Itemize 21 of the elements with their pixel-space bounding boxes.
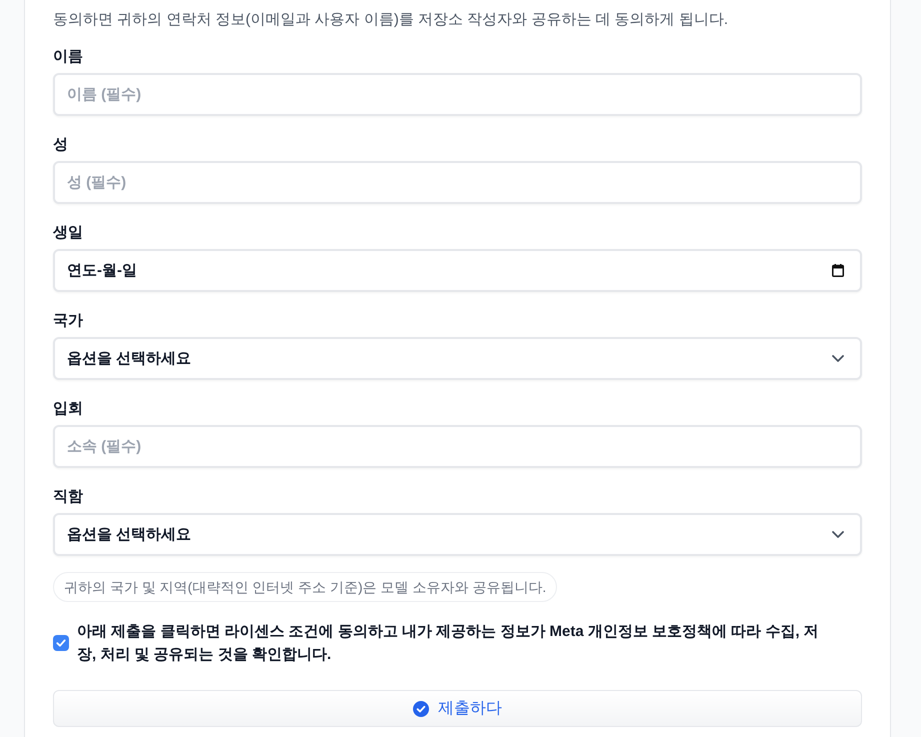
field-label: 생일 (53, 223, 83, 243)
field-label: 성 (53, 135, 68, 155)
field-label: 입회 (53, 399, 83, 419)
consent-checkbox[interactable] (53, 635, 69, 651)
date-field[interactable]: 연도-월-일 (53, 249, 862, 292)
text-field[interactable]: 소속 (필수) (53, 425, 862, 468)
text-field[interactable]: 성 (필수) (53, 161, 862, 204)
intro-text: 동의하면 귀하의 연락처 정보(이메일과 사용자 이름)를 저장소 작성자와 공유하는 데 동의하게 됩니다. (53, 10, 728, 30)
select-field[interactable]: 옵션을 선택하세요 (53, 337, 862, 380)
check-circle-icon (413, 700, 429, 716)
field-label: 이름 (53, 47, 83, 67)
chevron-down-icon (832, 531, 844, 538)
info-note: 귀하의 국가 및 지역(대략적인 인터넷 주소 기준)은 모델 소유자와 공유됩니다. (53, 572, 558, 602)
consent-text: 아래 제출을 클릭하면 라이센스 조건에 동의하고 내가 제공하는 정보가 Meta 개인정보 보호정책에 따라 수집, 저장, 처리 및 공유되는 것을 확인합니다. (77, 622, 820, 665)
field-label: 직함 (53, 487, 83, 507)
field-label: 국가 (53, 311, 83, 331)
select-field[interactable]: 옵션을 선택하세요 (53, 513, 862, 556)
text-field[interactable]: 이름 (필수) (53, 73, 862, 116)
chevron-down-icon (832, 355, 844, 362)
submit-button[interactable]: 제출하다 (53, 690, 862, 727)
calendar-icon[interactable] (832, 264, 844, 277)
